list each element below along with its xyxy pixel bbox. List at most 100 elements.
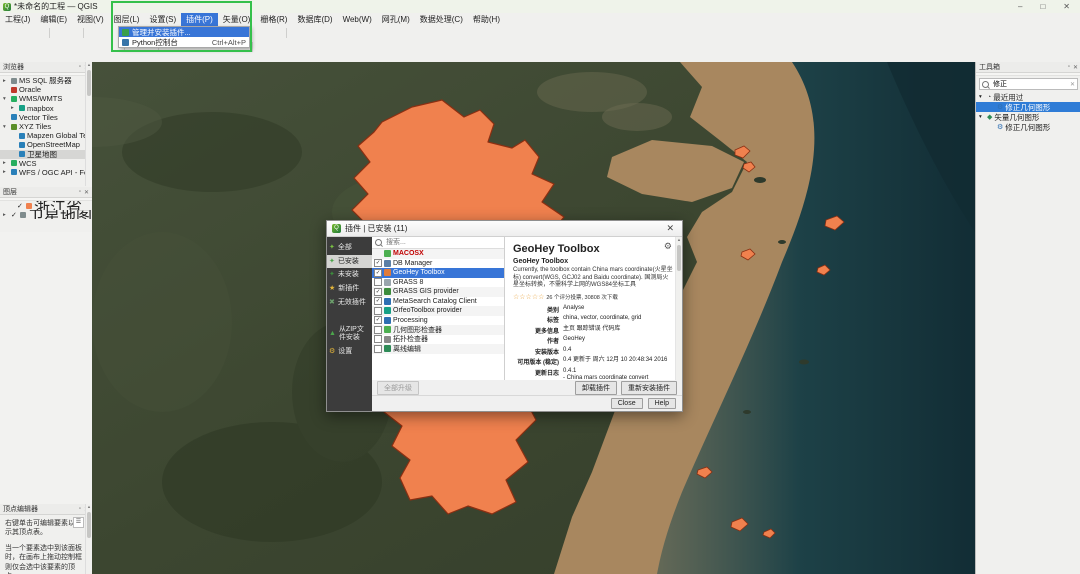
dialog-close-icon[interactable]: ✕: [663, 223, 677, 234]
dialog-tab[interactable]: ⚙ 设置: [327, 345, 372, 359]
dialog-help-button[interactable]: Help: [648, 398, 676, 409]
menu-item[interactable]: 设置(S): [144, 13, 181, 26]
toolbox-tree-item[interactable]: ⚙ 修正几何图形: [976, 102, 1080, 112]
dialog-title-bar[interactable]: Q 插件 | 已安装 (11) ✕: [327, 221, 682, 237]
browser-tree-item[interactable]: ▸ MS SQL 服务器: [0, 76, 92, 85]
expander-icon[interactable]: ▸: [3, 78, 9, 84]
dock-icon[interactable]: ▫: [79, 64, 81, 71]
plugin-checkbox[interactable]: [374, 335, 382, 343]
menu-item[interactable]: Web(W): [338, 13, 377, 26]
plugin-list-item[interactable]: ✓ DB Manager: [372, 259, 504, 269]
layer-checkbox[interactable]: ✓: [17, 202, 24, 210]
toolbar-icon[interactable]: [83, 28, 84, 38]
expander-icon[interactable]: ▸: [3, 212, 9, 218]
plugin-list-item[interactable]: 离线编辑: [372, 344, 504, 354]
expander-icon[interactable]: ▸: [3, 160, 9, 166]
menu-item[interactable]: 数据库(D): [292, 13, 337, 26]
menu-item[interactable]: 矢量(O): [218, 13, 256, 26]
menu-item[interactable]: 工程(J): [0, 13, 35, 26]
menu-item[interactable]: 栅格(R): [255, 13, 292, 26]
plugin-checkbox[interactable]: ✓: [374, 269, 382, 277]
panel-menu-icon[interactable]: ☰: [73, 517, 84, 528]
plugin-list-item[interactable]: ✓ GRASS GIS provider: [372, 287, 504, 297]
expander-icon[interactable]: ▸: [3, 169, 9, 175]
close-panel-icon[interactable]: ✕: [84, 189, 89, 196]
toolbox-tree-item[interactable]: ▾ ◆ 矢量几何图形: [976, 112, 1080, 122]
toolbox-tree-item[interactable]: ▾ ◔ 最近用过: [976, 92, 1080, 102]
expander-icon[interactable]: ▾: [3, 96, 9, 102]
plugin-checkbox[interactable]: [374, 345, 382, 353]
browser-tree-item[interactable]: OpenStreetMap: [0, 140, 92, 149]
vertex-scrollbar[interactable]: ▲: [85, 504, 92, 574]
browser-tree-item[interactable]: ▾ XYZ Tiles: [0, 122, 92, 131]
layer-item[interactable]: ✓ 浙江省: [0, 201, 92, 210]
dialog-tab[interactable]: ✖ 无效插件: [327, 296, 372, 310]
menu-item[interactable]: 插件(P): [181, 13, 218, 26]
toolbox-search-input[interactable]: [991, 80, 1068, 89]
metadata-value: 0.4.1 - China mars coordinate convert - …: [563, 368, 674, 381]
plugin-list-item[interactable]: 拓扑检查器: [372, 335, 504, 345]
plugin-list-item[interactable]: ✓ Processing: [372, 316, 504, 326]
browser-tree-item[interactable]: Oracle: [0, 85, 92, 94]
dock-icon[interactable]: ▫: [1068, 64, 1070, 71]
dropdown-menu-item[interactable]: 管理并安装插件...: [119, 27, 249, 37]
dialog-tab[interactable]: ★ 新插件: [327, 282, 372, 296]
expander-icon[interactable]: ▸: [11, 105, 17, 111]
dialog-tab[interactable]: ✦ 全部: [327, 241, 372, 255]
browser-tree-item[interactable]: ▸ WCS: [0, 159, 92, 168]
plugin-checkbox[interactable]: [374, 326, 382, 334]
expander-icon[interactable]: ▾: [979, 114, 985, 120]
toolbox-tree-item[interactable]: ⚙ 修正几何图形: [976, 122, 1080, 132]
dock-icon[interactable]: ▫: [79, 189, 81, 196]
menu-item[interactable]: 编辑(E): [35, 13, 72, 26]
browser-tree-item[interactable]: Mapzen Global Terra: [0, 131, 92, 140]
plugin-checkbox[interactable]: ✓: [374, 259, 382, 267]
plugin-list-item[interactable]: OrfeoToolbox provider: [372, 306, 504, 316]
menu-item[interactable]: 帮助(H): [468, 13, 505, 26]
dropdown-menu-item[interactable]: Python控制台 Ctrl+Alt+P: [119, 37, 249, 47]
expander-icon[interactable]: ▾: [3, 124, 9, 130]
close-button[interactable]: ✕: [1063, 2, 1070, 11]
minimize-button[interactable]: –: [1018, 2, 1022, 11]
browser-tree-item[interactable]: ▸ WFS / OGC API - Featu: [0, 168, 92, 177]
plugin-list-item[interactable]: ✓ MetaSearch Catalog Client: [372, 297, 504, 307]
plugin-checkbox[interactable]: [374, 307, 382, 315]
uninstall-button[interactable]: 卸载插件: [575, 381, 617, 395]
maximize-button[interactable]: □: [1040, 2, 1045, 11]
layer-item[interactable]: ▸ ✓ 卫星地图: [0, 210, 92, 219]
plugin-list-item[interactable]: GRASS 8: [372, 278, 504, 288]
upgrade-all-button[interactable]: 全部升级: [377, 381, 419, 395]
plugin-list-item[interactable]: MACOSX: [372, 249, 504, 259]
menu-item[interactable]: 网孔(M): [377, 13, 415, 26]
layer-checkbox[interactable]: ✓: [11, 211, 18, 219]
metadata-value: GeoHey: [563, 336, 674, 345]
menu-item[interactable]: 数据处理(C): [415, 13, 468, 26]
browser-scrollbar[interactable]: ▲: [85, 62, 92, 186]
plugin-checkbox[interactable]: ✓: [374, 297, 382, 305]
dialog-tab[interactable]: ✦ 未安装: [327, 268, 372, 282]
browser-tree-item[interactable]: ▾ WMS/WMTS: [0, 94, 92, 103]
plugin-list-item[interactable]: ✓ GeoHey Toolbox: [372, 268, 504, 278]
browser-tree-item[interactable]: ▸ mapbox: [0, 104, 92, 113]
dialog-tab[interactable]: ▲ 从ZIP文件安装: [327, 323, 372, 344]
browser-tree-item[interactable]: 卫星地图: [0, 150, 92, 159]
browser-tree-item[interactable]: Vector Tiles: [0, 113, 92, 122]
expander-icon[interactable]: ▾: [979, 94, 985, 100]
menu-item[interactable]: 视图(V): [72, 13, 109, 26]
toolbar-icon[interactable]: [252, 42, 253, 52]
reinstall-button[interactable]: 重新安装插件: [621, 381, 677, 395]
details-scrollbar[interactable]: ▲: [675, 237, 682, 380]
plugin-list-item[interactable]: 几何图形检查器: [372, 325, 504, 335]
toolbar-icon[interactable]: [49, 28, 50, 38]
plugin-checkbox[interactable]: ✓: [374, 288, 382, 296]
plugin-checkbox[interactable]: ✓: [374, 316, 382, 324]
dock-icon[interactable]: ▫: [79, 506, 81, 513]
plugin-search-input[interactable]: [384, 238, 488, 247]
close-panel-icon[interactable]: ✕: [1073, 64, 1078, 71]
toolbar-icon[interactable]: [286, 28, 287, 38]
dialog-close-button[interactable]: Close: [611, 398, 643, 409]
dialog-tab[interactable]: ✦ 已安装: [327, 255, 372, 269]
clear-search-icon[interactable]: ✕: [1070, 81, 1075, 88]
plugin-checkbox[interactable]: [374, 278, 382, 286]
menu-item[interactable]: 图层(L): [109, 13, 145, 26]
